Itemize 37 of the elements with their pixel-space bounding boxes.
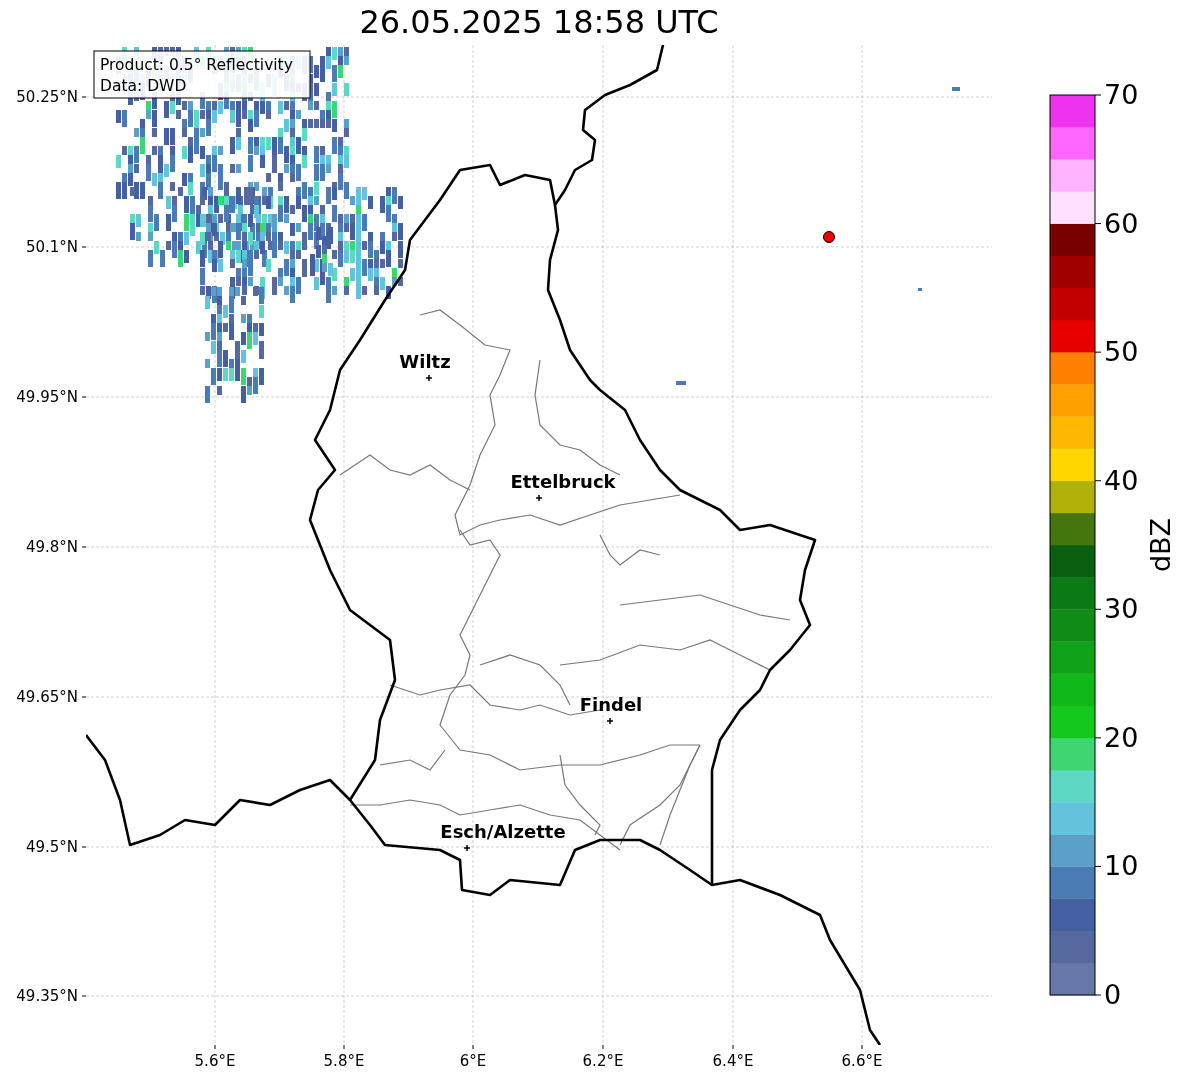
chart-title: 26.05.2025 18:58 UTC [359,2,719,43]
radar-echo-speck [918,288,922,291]
tick-label: 49.5°N [25,838,78,856]
radar-echo-speck [952,87,960,91]
tick-label: 6°E [459,1052,487,1070]
tick-label: 40 [1104,464,1139,496]
tick-label: 49.8°N [25,538,78,556]
tick-label: 50.25°N [16,88,78,106]
tick-label: 0 [1104,979,1122,1010]
info-text: Data: DWD [100,77,187,95]
city-marker-icon [535,494,543,502]
city-marker-icon [425,374,433,382]
tick-label: 6.2°E [582,1052,624,1070]
info-text: Product: 0.5° Reflectivity [100,56,293,74]
city-label: Findel [579,694,643,715]
tick-label: 5.6°E [194,1052,236,1070]
tick-label: 30 [1104,593,1139,625]
city-label: Wiltz [399,351,451,372]
city-marker-icon [463,844,471,852]
tick-label: 50 [1104,336,1139,368]
tick-label: 49.95°N [16,388,78,406]
city-marker-icon [606,717,614,725]
radar-echo-speck [676,381,686,385]
tick-label: 6.6°E [841,1052,883,1070]
axis-label: dBZ [1145,517,1176,573]
tick-label: 10 [1104,850,1139,882]
tick-label: 49.35°N [16,987,78,1005]
tick-label: 20 [1104,721,1139,753]
marker-dot [823,231,835,243]
tick-label: 70 [1104,79,1139,110]
city-label: Esch/Alzette [440,821,566,842]
tick-label: 50.1°N [25,238,78,256]
tick-label: 5.8°E [323,1052,365,1070]
tick-label: 6.4°E [712,1052,754,1070]
tick-label: 60 [1104,207,1139,239]
city-label: Ettelbruck [510,471,616,492]
tick-label: 49.65°N [16,688,78,706]
